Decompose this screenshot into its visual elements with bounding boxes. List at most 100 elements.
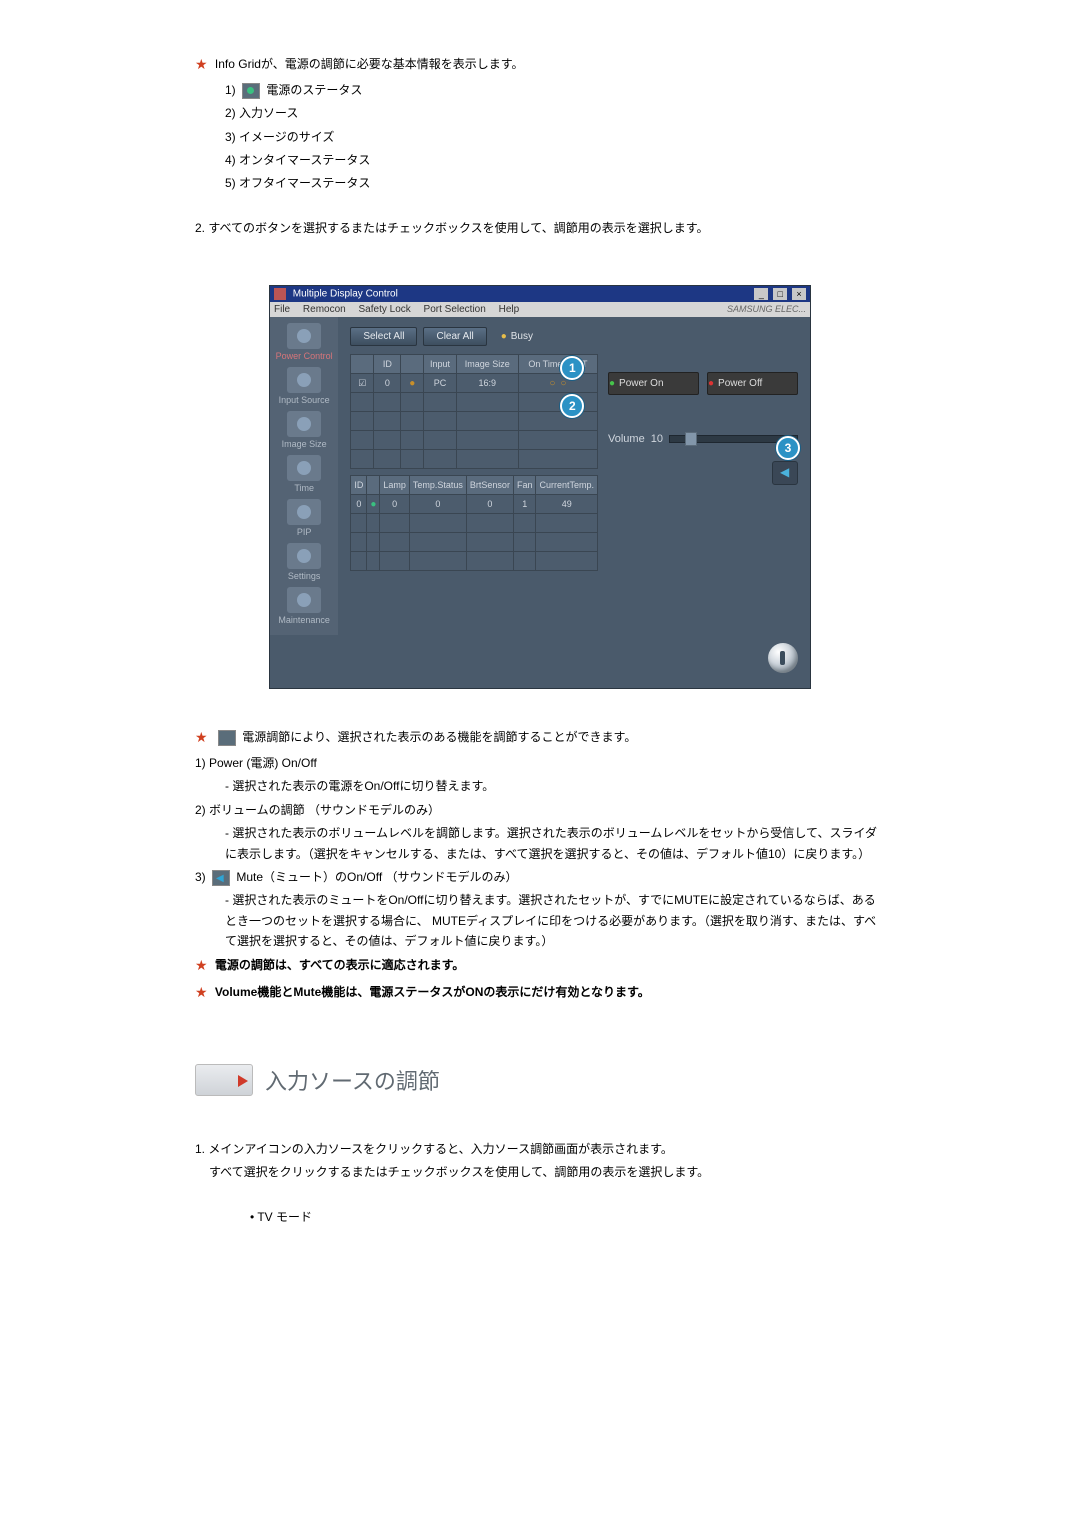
list-item: オンタイマーステータス xyxy=(239,153,370,167)
table-row[interactable] xyxy=(351,431,598,450)
table-row[interactable] xyxy=(351,552,598,571)
power-off-button[interactable]: Power Off xyxy=(707,372,798,395)
col-fan: Fan xyxy=(513,476,536,495)
status-table: ID Lamp Temp.Status BrtSensor Fan Curren… xyxy=(350,475,598,571)
sidebar-item-settings[interactable]: Settings xyxy=(274,543,334,581)
sidebar-item-pip[interactable]: PIP xyxy=(274,499,334,537)
input-section-bullet: • TV モード xyxy=(195,1207,885,1227)
list-num: 5) xyxy=(225,176,239,190)
desc3-title: Mute（ミュート）のOn/Off （サウンドモデルのみ） xyxy=(236,870,517,884)
desc2-body: - 選択された表示のボリュームレベルを調節します。選択された表示のボリュームレベ… xyxy=(195,823,885,864)
settings-icon xyxy=(287,543,321,569)
power-on-button[interactable]: Power On xyxy=(608,372,699,395)
col-status xyxy=(367,476,380,495)
desc1-title: 1) Power (電源) On/Off xyxy=(195,753,885,773)
sidebar-item-label: Settings xyxy=(288,571,321,581)
input-source-icon xyxy=(287,367,321,393)
callout-marker-3: 3 xyxy=(776,436,800,460)
table-row[interactable] xyxy=(351,412,598,431)
star-icon: ★ xyxy=(195,954,208,978)
table-row[interactable]: 0 ● 0 0 0 1 49 xyxy=(351,495,598,514)
sidebar-item-label: Image Size xyxy=(282,439,327,449)
desc3-body: - 選択された表示のミュートをOn/Offに切り替えます。選択されたセットが、す… xyxy=(195,890,885,951)
menubar: File Remocon Safety Lock Port Selection … xyxy=(270,302,810,317)
busy-indicator: Busy xyxy=(501,331,533,342)
timer-dot-icon: ○ xyxy=(549,378,555,389)
cell-id: 0 xyxy=(351,495,367,514)
sidebar-item-label: Time xyxy=(294,483,314,493)
sidebar-item-maintenance[interactable]: Maintenance xyxy=(274,587,334,625)
sidebar-item-label: PIP xyxy=(297,527,312,537)
cell-id: 0 xyxy=(374,374,401,393)
col-id: ID xyxy=(351,476,367,495)
col-id: ID xyxy=(374,355,401,374)
menu-help[interactable]: Help xyxy=(499,304,520,315)
menu-remocon[interactable]: Remocon xyxy=(303,304,346,315)
step-2-text: 2. すべてのボタンを選択するまたはチェックボックスを使用して、調節用の表示を選… xyxy=(195,218,885,238)
table-row[interactable]: ☑ 0 ● PC 16:9 ○ ○ xyxy=(351,374,598,393)
select-all-button[interactable]: Select All xyxy=(350,327,417,346)
sidebar: Power Control Input Source Image Size Ti… xyxy=(270,317,338,635)
menu-safety-lock[interactable]: Safety Lock xyxy=(359,304,411,315)
col-timer: On Timer Off T xyxy=(518,355,597,374)
cell-lamp: 0 xyxy=(380,495,410,514)
col-lamp: Lamp xyxy=(380,476,410,495)
maximize-button[interactable]: □ xyxy=(773,288,787,300)
star-icon: ★ xyxy=(195,726,208,750)
row-checkbox[interactable]: ☑ xyxy=(358,378,366,388)
list-num: 2) xyxy=(225,106,239,120)
list-item: 電源のステータス xyxy=(266,83,362,97)
sidebar-item-label: Input Source xyxy=(279,395,330,405)
input-section-p2: すべて選択をクリックするまたはチェックボックスを使用して、調節用の表示を選択しま… xyxy=(195,1162,885,1182)
power-status-icon xyxy=(242,83,260,99)
star-icon: ★ xyxy=(195,981,208,1005)
col-status xyxy=(401,355,424,374)
star-icon: ★ xyxy=(195,53,208,77)
col-temp-status: Temp.Status xyxy=(409,476,466,495)
brand-label: SAMSUNG ELEC... xyxy=(727,304,806,315)
sidebar-item-power-control[interactable]: Power Control xyxy=(274,323,334,361)
toolbar: Select All Clear All Busy xyxy=(350,327,798,346)
desc3-num: 3) xyxy=(195,870,209,884)
window-title: Multiple Display Control xyxy=(293,289,398,300)
note1: 電源の調節は、すべての表示に適応されます。 xyxy=(215,959,464,973)
refresh-icon[interactable] xyxy=(768,643,798,673)
cell-fan: 1 xyxy=(513,495,536,514)
desc1-body: - 選択された表示の電源をOn/Offに切り替えます。 xyxy=(195,776,885,796)
list-num: 4) xyxy=(225,153,239,167)
close-button[interactable]: × xyxy=(792,288,806,300)
list-item: 入力ソース xyxy=(239,106,298,120)
sidebar-item-input-source[interactable]: Input Source xyxy=(274,367,334,405)
list-num: 1) xyxy=(225,83,239,97)
input-section-p1: 1. メインアイコンの入力ソースをクリックすると、入力ソース調節画面が表示されま… xyxy=(195,1139,885,1159)
menu-file[interactable]: File xyxy=(274,304,290,315)
sidebar-item-time[interactable]: Time xyxy=(274,455,334,493)
app-icon xyxy=(274,288,286,300)
table-row[interactable] xyxy=(351,514,598,533)
menu-port-selection[interactable]: Port Selection xyxy=(424,304,486,315)
status-dot-icon: ● xyxy=(409,378,415,389)
table-row[interactable] xyxy=(351,450,598,469)
cell-image-size: 16:9 xyxy=(456,374,518,393)
sidebar-item-label: Power Control xyxy=(276,351,333,361)
volume-value: 10 xyxy=(651,433,663,445)
minimize-button[interactable]: _ xyxy=(754,288,768,300)
pip-icon xyxy=(287,499,321,525)
section-heading-text: 入力ソースの調節 xyxy=(265,1064,440,1096)
col-image-size: Image Size xyxy=(456,355,518,374)
section-heading: 入力ソースの調節 xyxy=(195,1064,885,1096)
desc-intro: 電源調節により、選択された表示のある機能を調節することができます。 xyxy=(242,730,636,744)
clear-all-button[interactable]: Clear All xyxy=(423,327,486,346)
mute-button[interactable] xyxy=(772,461,798,485)
power-control-thumb-icon xyxy=(218,730,236,746)
titlebar: Multiple Display Control _ □ × xyxy=(270,286,810,302)
sidebar-item-image-size[interactable]: Image Size xyxy=(274,411,334,449)
list-item: イメージのサイズ xyxy=(239,130,334,144)
input-source-heading-icon xyxy=(195,1064,253,1096)
cell-temp-status: 0 xyxy=(409,495,466,514)
table-row[interactable] xyxy=(351,533,598,552)
cell-current-temp: 49 xyxy=(536,495,598,514)
cell-brt: 0 xyxy=(466,495,513,514)
cell-input: PC xyxy=(424,374,456,393)
info-grid-suffix: が、電源の調節に必要な基本情報を表示します。 xyxy=(261,57,524,71)
